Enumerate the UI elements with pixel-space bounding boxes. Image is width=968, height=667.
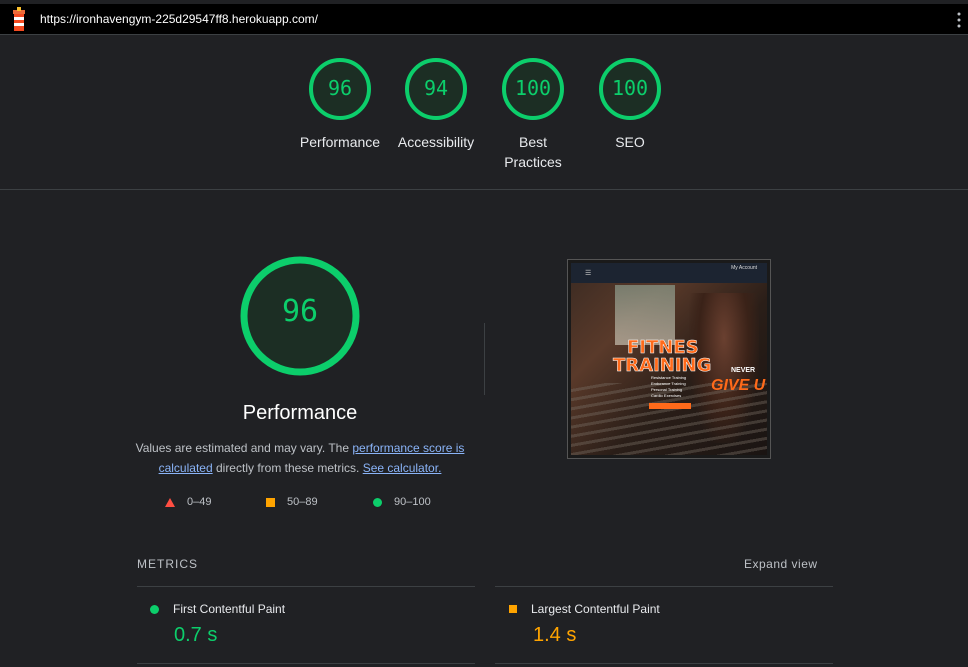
gauge-score: 94 bbox=[423, 76, 449, 100]
gauge-accessibility[interactable]: 94 Accessibility bbox=[386, 56, 486, 152]
hero-list: Resistance Training Endurance Training P… bbox=[651, 375, 686, 399]
pass-circle-icon bbox=[373, 497, 382, 507]
category-gauges: 96 Performance 94 Accessibility 100 Best… bbox=[0, 36, 968, 190]
average-square-icon bbox=[509, 605, 517, 613]
more-options-icon[interactable] bbox=[956, 10, 962, 30]
metric-value: 0.7 s bbox=[174, 624, 218, 646]
hero-heading-line2: TRAINING bbox=[613, 355, 712, 377]
gauge-score: 96 bbox=[327, 76, 353, 100]
legend-pass: 90–100 bbox=[373, 496, 431, 508]
gauge-seo[interactable]: 100 SEO bbox=[580, 56, 680, 152]
metrics-heading: METRICS bbox=[137, 557, 198, 571]
divider bbox=[137, 663, 475, 664]
screenshot-navbar: ☰ My Account bbox=[571, 263, 767, 283]
divider bbox=[137, 586, 475, 587]
account-label: My Account bbox=[731, 265, 757, 271]
desc-text: directly from these metrics. bbox=[212, 461, 363, 475]
see-calculator-link[interactable]: See calculator. bbox=[363, 461, 442, 475]
gauge-score: 100 bbox=[611, 76, 649, 100]
lighthouse-logo-icon bbox=[13, 7, 25, 31]
gauge-best-practices[interactable]: 100 Best Practices bbox=[483, 56, 583, 172]
gauge-label: Best Practices bbox=[504, 134, 562, 170]
average-square-icon bbox=[266, 497, 275, 507]
desc-text: Values are estimated and may vary. The bbox=[135, 441, 353, 455]
legend-average: 50–89 bbox=[266, 496, 318, 508]
gauge-label: Accessibility bbox=[397, 134, 475, 150]
gauge-performance[interactable]: 96 Performance bbox=[290, 56, 390, 152]
performance-score: 96 bbox=[281, 294, 319, 329]
legend-label: 50–89 bbox=[287, 496, 318, 508]
screenshot-image: ☰ My Account FITNES TRAINING Resistance … bbox=[571, 263, 767, 455]
divider bbox=[495, 586, 833, 587]
performance-title: Performance bbox=[242, 402, 358, 424]
divider bbox=[484, 323, 485, 395]
hamburger-icon: ☰ bbox=[585, 270, 592, 277]
metric-value: 1.4 s bbox=[533, 624, 577, 646]
gauge-score: 100 bbox=[514, 76, 552, 100]
legend-label: 90–100 bbox=[394, 496, 431, 508]
legend-fail: 0–49 bbox=[165, 496, 211, 508]
hero-tag-never: NEVER bbox=[731, 367, 756, 374]
performance-description: Values are estimated and may vary. The p… bbox=[130, 438, 470, 478]
final-screenshot-thumbnail[interactable]: ☰ My Account FITNES TRAINING Resistance … bbox=[567, 259, 771, 459]
gauge-label: SEO bbox=[615, 134, 645, 150]
gauge-label: Performance bbox=[299, 134, 381, 150]
expand-view-button[interactable]: Expand view bbox=[744, 557, 818, 571]
hero-cta-button bbox=[649, 403, 691, 409]
url-bar: https://ironhavengym-225d29547ff8.heroku… bbox=[0, 4, 968, 35]
page-url[interactable]: https://ironhavengym-225d29547ff8.heroku… bbox=[40, 12, 318, 26]
pass-circle-icon bbox=[150, 604, 159, 614]
hero-tag-give-up: GIVE U bbox=[711, 377, 766, 394]
fail-triangle-icon bbox=[165, 497, 175, 507]
divider bbox=[495, 663, 833, 664]
metric-first-contentful-paint: First Contentful Paint 0.7 s bbox=[150, 602, 285, 647]
metric-largest-contentful-paint: Largest Contentful Paint 1.4 s bbox=[509, 602, 660, 647]
screenshot-window bbox=[615, 285, 675, 345]
metric-name: Largest Contentful Paint bbox=[531, 602, 660, 616]
list-item: Cardio Exercises bbox=[651, 393, 682, 398]
metric-name: First Contentful Paint bbox=[173, 602, 286, 616]
legend-label: 0–49 bbox=[187, 496, 212, 508]
